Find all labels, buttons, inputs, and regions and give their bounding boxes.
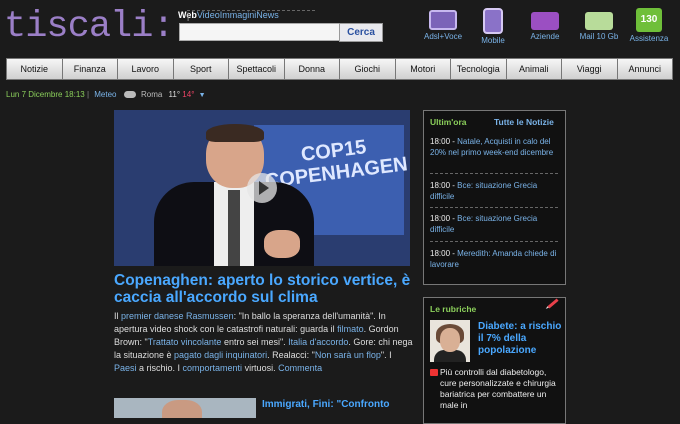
current-date: Lun 7 Dicembre 18:13: [6, 90, 85, 99]
temp-min: 11°: [168, 90, 181, 99]
all-news-link[interactable]: Tutte le Notizie: [494, 117, 554, 127]
temp-max: 14°: [182, 90, 195, 99]
news-item[interactable]: 18:00 - Meredith: Amanda chiede di lavor…: [430, 249, 559, 270]
search-input[interactable]: [179, 23, 340, 41]
link-trattato[interactable]: Trattato vincolante: [148, 337, 222, 347]
nav-lavoro[interactable]: Lavoro: [117, 58, 173, 80]
link-comportamenti[interactable]: comportamenti: [183, 363, 243, 373]
service-label: Assistenza: [629, 34, 669, 43]
nav-finanza[interactable]: Finanza: [61, 58, 117, 80]
second-story-image[interactable]: [114, 398, 256, 418]
news-item[interactable]: 18:00 - Natale, Acquisti in calo del 20%…: [430, 137, 559, 158]
laptop-icon: [429, 10, 457, 30]
search-button[interactable]: Cerca: [339, 23, 383, 42]
chevron-down-icon[interactable]: ▼: [199, 92, 206, 99]
nav-sport[interactable]: Sport: [172, 58, 228, 80]
briefcase-icon: [531, 12, 559, 30]
main-lead: Il premier danese Rasmussen: "In ballo l…: [114, 311, 413, 373]
ultimora-title: Ultim'ora: [430, 117, 467, 127]
dateline-separator: |: [86, 90, 90, 99]
main-story-video[interactable]: COP15 COPENHAGEN: [114, 110, 410, 266]
nav-notizie[interactable]: Notizie: [6, 58, 62, 80]
main-nav: Notizie Finanza Lavoro Sport Spettacoli …: [6, 58, 673, 80]
service-mail[interactable]: Mail 10 Gb: [571, 8, 627, 41]
main-headline[interactable]: Copenaghen: aperto lo storico vertice, è…: [114, 272, 414, 306]
news-item[interactable]: 18:00 - Bce: situazione Grecia difficile: [430, 214, 559, 235]
weather-city[interactable]: Roma: [141, 90, 162, 99]
flag-icon: [430, 369, 438, 376]
link-commenta[interactable]: Commenta: [278, 363, 322, 373]
link-non-flop[interactable]: Non sarà un flop: [315, 350, 381, 360]
envelope-icon: [585, 12, 613, 30]
service-aziende[interactable]: Aziende: [517, 8, 573, 41]
news-item[interactable]: 18:00 - Bce: situazione Grecia difficile: [430, 181, 559, 202]
service-assistenza[interactable]: 130 Assistenza: [621, 8, 677, 43]
nav-giochi[interactable]: Giochi: [339, 58, 395, 80]
meteo-link[interactable]: Meteo: [94, 90, 116, 99]
nav-motori[interactable]: Motori: [394, 58, 450, 80]
service-adsl-voce[interactable]: Adsl+Voce: [415, 8, 471, 41]
play-icon[interactable]: [247, 173, 277, 203]
service-label: Mail 10 Gb: [579, 32, 619, 41]
cloud-icon: [123, 91, 136, 99]
second-story-title[interactable]: Immigrati, Fini: "Confronto: [262, 399, 390, 410]
search-tabs: Web | Video | Immagini | News: [178, 10, 315, 21]
link-pagato[interactable]: pagato dagli inquinatori: [174, 350, 267, 360]
link-premier[interactable]: premier danese Rasmussen: [121, 311, 234, 321]
nav-tecnologia[interactable]: Tecnologia: [450, 58, 506, 80]
nav-viaggi[interactable]: Viaggi: [561, 58, 617, 80]
rubrica-text: Più controlli dal diabetologo, cure pers…: [440, 367, 556, 410]
service-mobile[interactable]: Mobile: [465, 8, 521, 45]
nav-donna[interactable]: Donna: [283, 58, 339, 80]
nav-annunci[interactable]: Annunci: [616, 58, 673, 80]
nav-spettacoli[interactable]: Spettacoli: [228, 58, 284, 80]
rubrica-photo[interactable]: [430, 320, 470, 362]
pencil-icon: [547, 298, 559, 309]
dateline: Lun 7 Dicembre 18:13 | Meteo Roma 11° 14…: [6, 90, 206, 99]
nav-animali[interactable]: Animali: [505, 58, 561, 80]
link-paesi[interactable]: Paesi: [114, 363, 137, 373]
tiscali-logo[interactable]: tiscali:: [4, 6, 175, 48]
support-130-icon: 130: [636, 8, 662, 32]
service-label: Adsl+Voce: [423, 32, 463, 41]
service-label: Mobile: [481, 36, 505, 45]
rubriche-box: Le rubriche Diabete: a rischio il 7% del…: [423, 297, 566, 424]
rubrica-title[interactable]: Diabete: a rischio il 7% della popolazio…: [478, 321, 562, 357]
ultimora-box: Ultim'ora Tutte le Notizie 18:00 - Natal…: [423, 110, 566, 285]
mobile-phone-icon: [483, 8, 503, 34]
link-italia[interactable]: Italia d'accordo: [288, 337, 348, 347]
service-label: Aziende: [530, 32, 560, 41]
link-filmato[interactable]: filmato: [337, 324, 364, 334]
rubriche-title: Le rubriche: [430, 304, 477, 314]
